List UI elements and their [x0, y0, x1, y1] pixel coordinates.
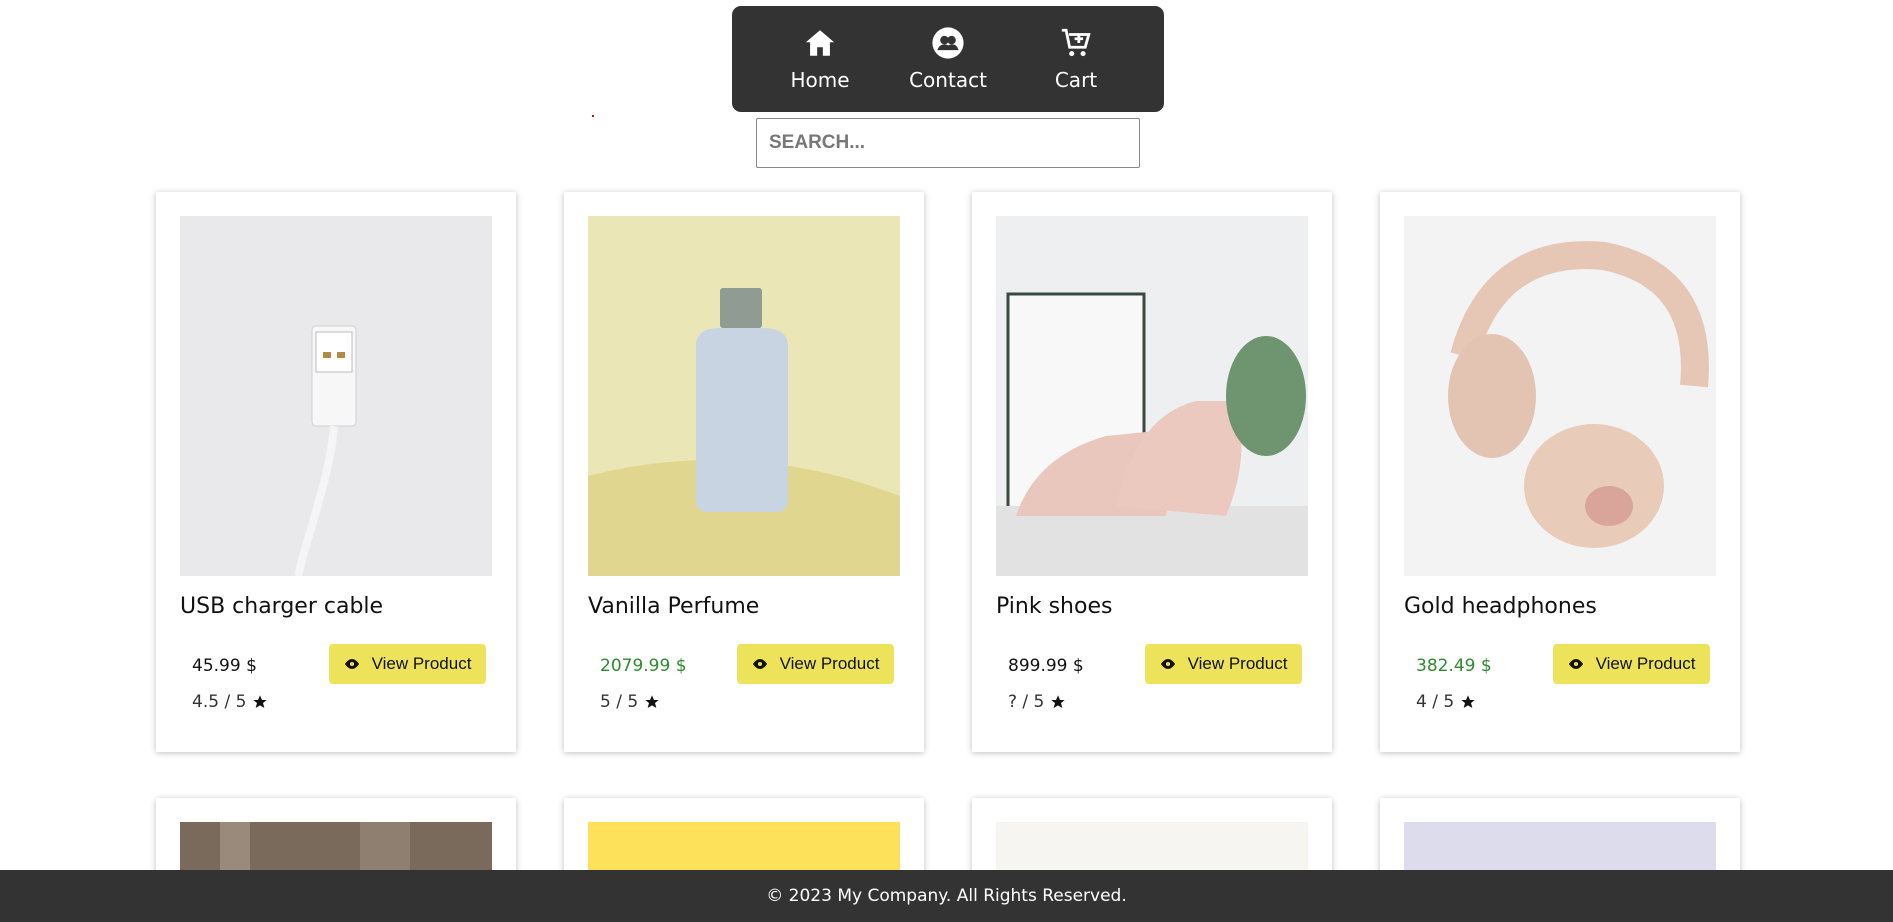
cart-icon	[1061, 28, 1091, 57]
footer: © 2023 My Company. All Rights Reserved.	[0, 870, 1893, 922]
view-product-button[interactable]: View Product	[329, 644, 486, 684]
product-image[interactable]	[180, 216, 492, 576]
product-price: 382.49 $	[1416, 656, 1492, 676]
product-image[interactable]	[588, 216, 900, 576]
product-title: Pink shoes	[996, 594, 1113, 619]
star-icon	[1461, 695, 1475, 708]
product-title: Vanilla Perfume	[588, 594, 760, 619]
view-product-button[interactable]: View Product	[737, 644, 894, 684]
view-product-label: View Product	[1595, 654, 1696, 673]
product-rating: 4.5 / 5	[192, 692, 268, 712]
rating-value: ? / 5	[1008, 692, 1045, 712]
footer-text: © 2023 My Company. All Rights Reserved.	[766, 886, 1127, 906]
product-card: Pink shoes View Product 899.99 $ ? / 5	[972, 192, 1332, 752]
product-title: Gold headphones	[1404, 594, 1597, 619]
product-price: 899.99 $	[1008, 656, 1084, 676]
nav-cart-label: Cart	[1054, 68, 1098, 92]
eye-icon	[344, 659, 359, 669]
nav-contact[interactable]: Contact	[888, 6, 1008, 112]
star-icon	[253, 695, 268, 708]
product-title: USB charger cable	[180, 594, 384, 619]
product-price: 45.99 $	[192, 656, 257, 676]
home-icon	[805, 30, 835, 56]
product-card: Vanilla Perfume View Product 2079.99 $ 5…	[564, 192, 924, 752]
rating-value: 5 / 5	[600, 692, 639, 712]
product-price: 2079.99 $	[600, 656, 687, 676]
view-product-label: View Product	[371, 654, 472, 673]
nav-cart[interactable]: Cart	[1016, 6, 1136, 112]
product-image[interactable]	[996, 216, 1308, 576]
rating-value: 4 / 5	[1416, 692, 1455, 712]
nav-contact-label: Contact	[909, 68, 987, 92]
view-product-label: View Product	[779, 654, 880, 673]
view-product-label: View Product	[1187, 654, 1288, 673]
eye-icon	[1568, 659, 1583, 669]
stray-dot	[592, 115, 594, 117]
product-rating: 4 / 5	[1416, 692, 1476, 712]
rating-value: 4.5 / 5	[192, 692, 247, 712]
product-image[interactable]	[1404, 216, 1716, 576]
nav-home[interactable]: Home	[760, 6, 880, 112]
top-nav: Home Contact Cart	[732, 6, 1164, 112]
product-card: USB charger cable View Product 45.99 $ 4…	[156, 192, 516, 752]
eye-icon	[752, 659, 767, 669]
product-card: Gold headphones View Product 382.49 $ 4 …	[1380, 192, 1740, 752]
star-icon	[645, 695, 659, 708]
contact-icon	[932, 27, 964, 59]
view-product-button[interactable]: View Product	[1553, 644, 1710, 684]
search-input[interactable]	[756, 118, 1140, 168]
product-rating: ? / 5	[1008, 692, 1066, 712]
eye-icon	[1160, 659, 1175, 669]
view-product-button[interactable]: View Product	[1145, 644, 1302, 684]
nav-home-label: Home	[790, 68, 850, 92]
product-rating: 5 / 5	[600, 692, 660, 712]
star-icon	[1051, 695, 1066, 708]
